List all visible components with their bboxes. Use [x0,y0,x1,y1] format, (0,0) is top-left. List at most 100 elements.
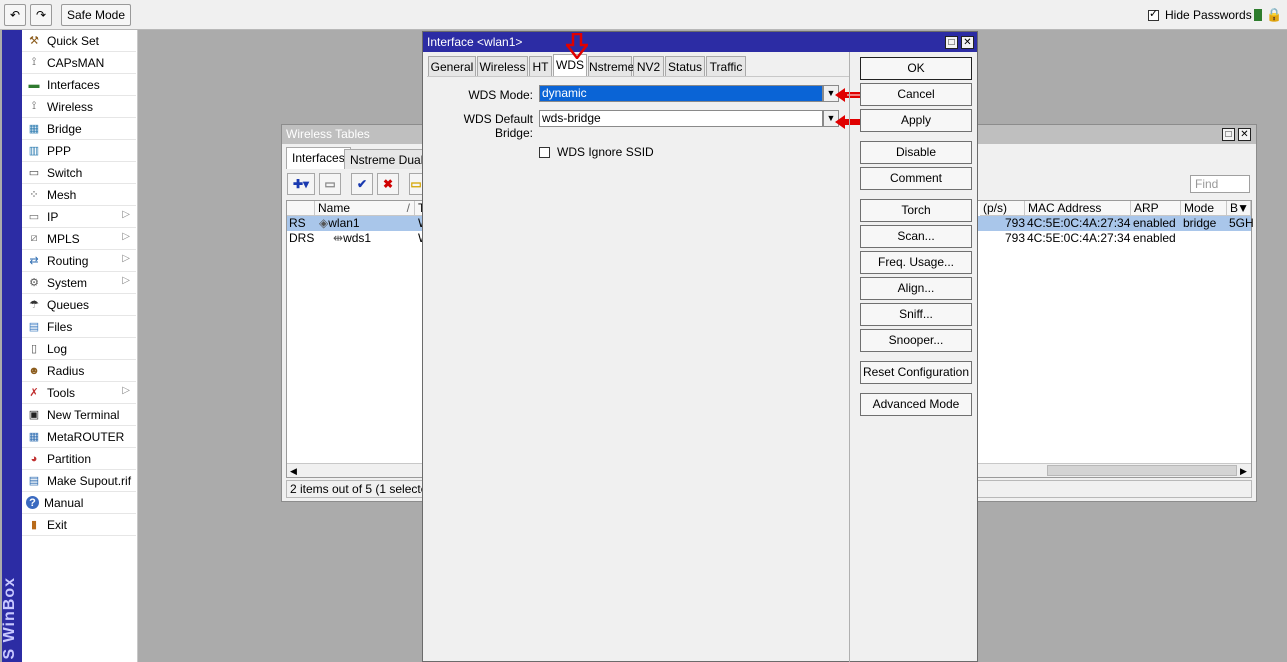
undo-icon: ↶ [9,8,21,22]
wds-ignore-ssid-checkbox[interactable] [539,146,550,158]
tab-wireless[interactable]: Wireless [477,56,528,76]
cancel-button[interactable]: Cancel [860,83,972,106]
radius-icon: ☻ [28,364,40,377]
undo-button[interactable]: ↶ [4,4,26,26]
sidebar-item-tools[interactable]: ✗ Tools ▷ [22,382,136,404]
terminal-icon: ▣ [28,409,40,421]
tab-status[interactable]: Status [665,56,705,76]
sidebar-item-exit[interactable]: ▮ Exit [22,514,136,536]
dialog-maximize-button[interactable]: □ [945,36,958,49]
sidebar-item-label: IP [47,209,59,224]
sidebar-item-label: Quick Set [47,33,100,48]
sniff-button[interactable]: Sniff... [860,303,972,326]
tools-icon: ✗ [29,387,39,399]
tab-nstreme[interactable]: Nstreme [588,56,634,76]
sidebar-item-log[interactable]: ▯ Log [22,338,136,360]
mesh-icon: ⁘ [29,189,39,201]
wt-close-button[interactable]: ✕ [1238,128,1251,141]
scroll-left-icon[interactable]: ◀ [290,464,297,478]
disable-button[interactable]: Disable [860,141,972,164]
add-button[interactable]: ✚▾ [287,173,315,195]
tab-ht[interactable]: HT [529,56,552,76]
bridge-icon: ▦ [28,123,40,135]
sidebar-item-label: Tools [47,385,76,400]
tab-nv2[interactable]: NV2 [633,56,664,76]
annotation-down-arrow [564,32,590,61]
dialog-close-button[interactable]: ✕ [961,36,974,49]
wt-tab-interfaces[interactable]: Interfaces [286,147,351,169]
freq-usage-button[interactable]: Freq. Usage... [860,251,972,274]
check-icon: ✔ [356,177,368,191]
top-toolbar: ↶ ↷ Safe Mode Hide Passwords 🔒 [0,0,1287,30]
wds-bridge-select[interactable]: wds-bridge [539,110,823,127]
advanced-mode-button[interactable]: Advanced Mode [860,393,972,416]
col-mac-address[interactable]: MAC Address [1025,201,1131,216]
sidebar-item-files[interactable]: ▤ Files [22,316,136,338]
sidebar-item-capsman[interactable]: ⟟ CAPsMAN [22,52,136,74]
sidebar-item-label: Partition [47,451,92,466]
col-pps[interactable]: (p/s) [980,201,1025,216]
queues-icon: ☂ [29,299,39,311]
hide-passwords-checkbox[interactable] [1148,7,1159,21]
wds-ignore-ssid-toggle[interactable]: WDS Ignore SSID [539,145,654,159]
tab-general[interactable]: General [428,56,476,76]
sidebar-item-mpls[interactable]: ⧄ MPLS ▷ [22,228,136,250]
sidebar-item-ppp[interactable]: ▥ PPP [22,140,136,162]
sidebar-item-manual[interactable]: ? Manual [22,492,136,514]
find-input[interactable]: Find [1190,175,1250,193]
interfaces-icon: ▬ [28,78,40,91]
snooper-button[interactable]: Snooper... [860,329,972,352]
row-band: 5GHz [1229,216,1253,230]
sidebar-item-switch[interactable]: ▭ Switch [22,162,136,184]
enable-button[interactable]: ✔ [351,173,373,195]
sidebar-item-label: PPP [47,143,72,158]
redo-button[interactable]: ↷ [30,4,52,26]
col-name[interactable]: Name / [315,201,415,216]
sidebar-item-new-terminal[interactable]: ▣ New Terminal [22,404,136,426]
sidebar-item-interfaces[interactable]: ▬ Interfaces [22,74,136,96]
sidebar-item-ip[interactable]: ▭ IP ▷ [22,206,136,228]
hide-passwords-toggle[interactable]: Hide Passwords [1148,7,1252,22]
sidebar-item-partition[interactable]: ◕ Partition [22,448,136,470]
scrollbar-thumb[interactable] [1047,465,1237,476]
sidebar-item-mesh[interactable]: ⁘ Mesh [22,184,136,206]
mpls-icon: ⧄ [30,232,38,244]
scroll-right-icon[interactable]: ▶ [1240,464,1247,478]
reset-configuration-button[interactable]: Reset Configuration [860,361,972,384]
sidebar-item-system[interactable]: ⚙ System ▷ [22,272,136,294]
disable-button[interactable]: ✖ [377,173,399,195]
ok-button[interactable]: OK [860,57,972,80]
quick-set-icon: ⚒ [29,35,39,47]
torch-button[interactable]: Torch [860,199,972,222]
tab-traffic[interactable]: Traffic [706,56,746,76]
sidebar-item-label: Mesh [47,187,77,202]
col-band[interactable]: B ▼ [1227,201,1251,216]
sidebar-item-quick-set[interactable]: ⚒ Quick Set [22,30,136,52]
sidebar-item-metarouter[interactable]: ▦ MetaROUTER [22,426,136,448]
wt-maximize-button[interactable]: □ [1222,128,1235,141]
sidebar-item-queues[interactable]: ☂ Queues [22,294,136,316]
sidebar-item-radius[interactable]: ☻ Radius [22,360,136,382]
remove-button[interactable]: ▭ [319,173,341,195]
col-arp[interactable]: ARP [1131,201,1181,216]
col-mode[interactable]: Mode [1181,201,1227,216]
sidebar-item-make-supout-rif[interactable]: ▤ Make Supout.rif [22,470,136,492]
row-mac: 4C:5E:0C:4A:27:34 [1027,216,1131,230]
routing-icon: ⇄ [29,255,39,267]
safe-mode-button[interactable]: Safe Mode [61,4,131,26]
sidebar-item-wireless[interactable]: ⟟ Wireless [22,96,136,118]
comment-button[interactable]: ▭ [409,173,423,195]
wt-tab-nstreme-dual[interactable]: Nstreme Dual [344,149,430,169]
sidebar-item-label: MetaROUTER [47,429,125,444]
apply-button[interactable]: Apply [860,109,972,132]
scan-button[interactable]: Scan... [860,225,972,248]
sidebar-item-label: MPLS [47,231,80,246]
comment-icon: ▭ [410,177,422,191]
minus-icon: ▭ [324,177,336,191]
wds-mode-select[interactable]: dynamic [539,85,823,102]
switch-icon: ▭ [28,167,40,179]
comment-button[interactable]: Comment [860,167,972,190]
sidebar-item-bridge[interactable]: ▦ Bridge [22,118,136,140]
sidebar-item-routing[interactable]: ⇄ Routing ▷ [22,250,136,272]
align-button[interactable]: Align... [860,277,972,300]
